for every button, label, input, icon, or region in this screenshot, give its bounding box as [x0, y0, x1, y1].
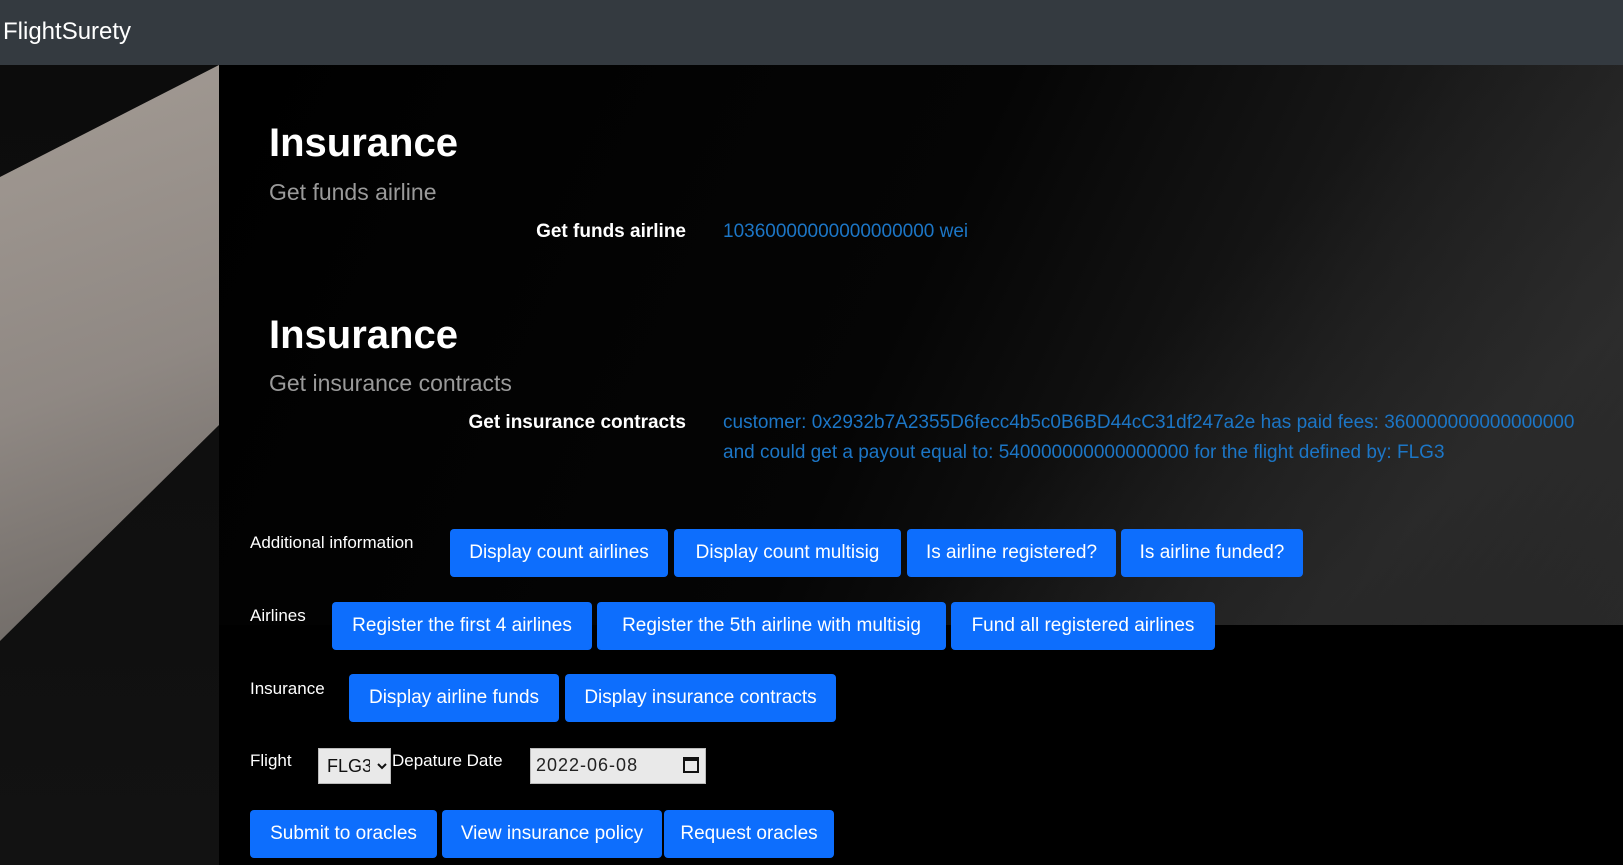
navbar: FlightSurety: [0, 0, 1623, 65]
flight-label: Flight: [250, 751, 292, 770]
contracts-label: Get insurance contracts: [468, 412, 686, 433]
is-airline-funded-button[interactable]: Is airline funded?: [1121, 529, 1303, 577]
calendar-icon[interactable]: [683, 757, 699, 773]
contracts-value-line2: and could get a payout equal to: 5400000…: [723, 442, 1445, 463]
fund-all-registered-airlines-button[interactable]: Fund all registered airlines: [951, 602, 1215, 650]
insurance-label: Insurance: [250, 679, 325, 698]
funds-value: 10360000000000000000 wei: [723, 221, 969, 242]
is-airline-registered-button[interactable]: Is airline registered?: [907, 529, 1116, 577]
departure-date-input[interactable]: 2022-06-08: [530, 748, 706, 784]
departure-date-value: 2022-06-08: [536, 755, 639, 775]
additional-information-label: Additional information: [250, 533, 414, 552]
brand-title[interactable]: FlightSurety: [3, 17, 131, 47]
register-5th-airline-multisig-button[interactable]: Register the 5th airline with multisig: [597, 602, 946, 650]
section-subtitle: Get funds airline: [269, 179, 437, 205]
submit-to-oracles-button[interactable]: Submit to oracles: [250, 810, 437, 858]
display-insurance-contracts-button[interactable]: Display insurance contracts: [565, 674, 836, 722]
funds-label: Get funds airline: [536, 221, 686, 242]
section-title: Insurance: [269, 121, 458, 165]
display-count-multisig-button[interactable]: Display count multisig: [674, 529, 901, 577]
section-title: Insurance: [269, 313, 458, 357]
display-count-airlines-button[interactable]: Display count airlines: [450, 529, 668, 577]
view-insurance-policy-button[interactable]: View insurance policy: [442, 810, 662, 858]
departure-date-label: Depature Date: [392, 751, 503, 770]
flight-select[interactable]: FLG3: [318, 748, 391, 784]
contracts-value-line1: customer: 0x2932b7A2355D6fecc4b5c0B6BD44…: [723, 412, 1575, 433]
airlines-label: Airlines: [250, 606, 306, 625]
request-oracles-button[interactable]: Request oracles: [664, 810, 834, 858]
display-airline-funds-button[interactable]: Display airline funds: [349, 674, 559, 722]
register-first-4-airlines-button[interactable]: Register the first 4 airlines: [332, 602, 592, 650]
section-subtitle: Get insurance contracts: [269, 370, 512, 396]
